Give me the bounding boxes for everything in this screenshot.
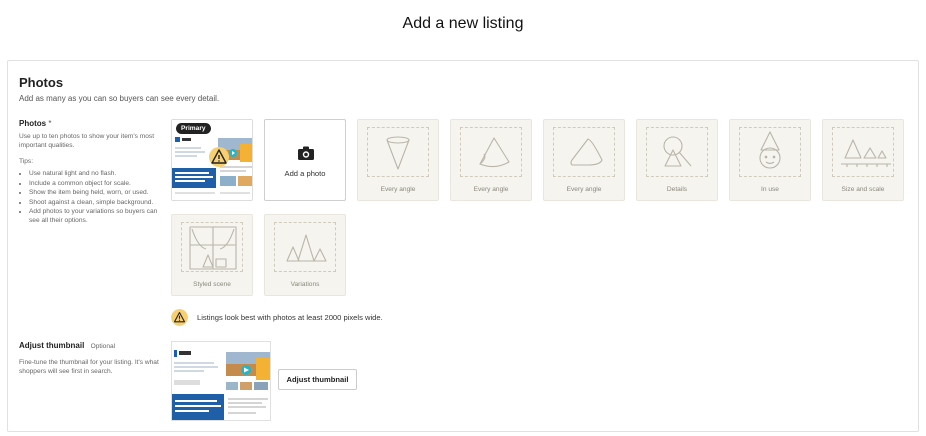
photo-slot-in-use[interactable]: In use bbox=[729, 119, 811, 201]
adjust-thumbnail-button[interactable]: Adjust thumbnail bbox=[278, 369, 357, 390]
thumbnail-preview bbox=[171, 341, 271, 421]
slot-label: Every angle bbox=[473, 186, 509, 193]
slot-label: Every angle bbox=[566, 186, 602, 193]
tip-item: Show the item being held, worn, or used. bbox=[29, 189, 159, 198]
thumbnail-label-text: Adjust thumbnail bbox=[19, 341, 85, 350]
tip-item: Include a common object for scale. bbox=[29, 180, 159, 189]
section-subtitle: Add as many as you can so buyers can see… bbox=[19, 94, 220, 103]
tip-item: Use natural light and no flash. bbox=[29, 170, 159, 179]
photos-label-text: Photos bbox=[19, 119, 47, 128]
photo-slot-every-angle[interactable]: Every angle bbox=[357, 119, 439, 201]
photo-slot-styled-scene[interactable]: Styled scene bbox=[171, 214, 253, 296]
tips-label: Tips: bbox=[19, 158, 34, 165]
photo-slot-variations[interactable]: Variations bbox=[264, 214, 346, 296]
warning-text: Listings look best with photos at least … bbox=[197, 313, 383, 322]
low-resolution-warning-icon bbox=[209, 147, 229, 167]
slot-label: Styled scene bbox=[193, 281, 231, 288]
tip-item: Add photos to your variations so buyers … bbox=[29, 208, 159, 225]
page-title: Add a new listing bbox=[402, 15, 524, 32]
photos-field-label: Photos * bbox=[19, 119, 159, 128]
thumbnail-image bbox=[172, 342, 270, 420]
thumbnail-help: Adjust thumbnail Optional Fine-tune the … bbox=[19, 341, 169, 376]
thumbnail-description: Fine-tune the thumbnail for your listing… bbox=[19, 359, 159, 375]
slot-label: Variations bbox=[290, 281, 320, 288]
optional-tag: Optional bbox=[90, 343, 116, 350]
section-title: Photos bbox=[19, 75, 64, 90]
slot-label: Size and scale bbox=[841, 186, 885, 193]
photos-panel: Photos Add as many as you can so buyers … bbox=[7, 60, 919, 432]
slot-label: Every angle bbox=[380, 186, 416, 193]
add-photo-label: Add a photo bbox=[284, 169, 326, 178]
tip-item: Shoot against a clean, simple background… bbox=[29, 199, 159, 208]
camera-icon bbox=[298, 146, 314, 160]
photo-slot-size-and-scale[interactable]: Size and scale bbox=[822, 119, 904, 201]
photos-help: Photos * Use up to ten photos to show yo… bbox=[19, 119, 159, 227]
thumbnail-field-label: Adjust thumbnail Optional bbox=[19, 341, 169, 350]
slot-label: In use bbox=[761, 186, 779, 193]
tips-list: Use natural light and no flash. Include … bbox=[19, 170, 159, 226]
photo-slot-every-angle[interactable]: Every angle bbox=[450, 119, 532, 201]
photo-slot-every-angle[interactable]: Every angle bbox=[543, 119, 625, 201]
primary-badge: Primary bbox=[176, 123, 211, 134]
slot-label: Details bbox=[666, 186, 688, 193]
photos-description: Use up to ten photos to show your item's… bbox=[19, 133, 155, 149]
add-photo-button[interactable]: Add a photo bbox=[264, 119, 346, 201]
required-mark: * bbox=[48, 119, 52, 128]
primary-photo-tile[interactable]: Primary bbox=[171, 119, 253, 201]
photo-slot-details[interactable]: Details bbox=[636, 119, 718, 201]
warning-icon bbox=[171, 309, 188, 326]
